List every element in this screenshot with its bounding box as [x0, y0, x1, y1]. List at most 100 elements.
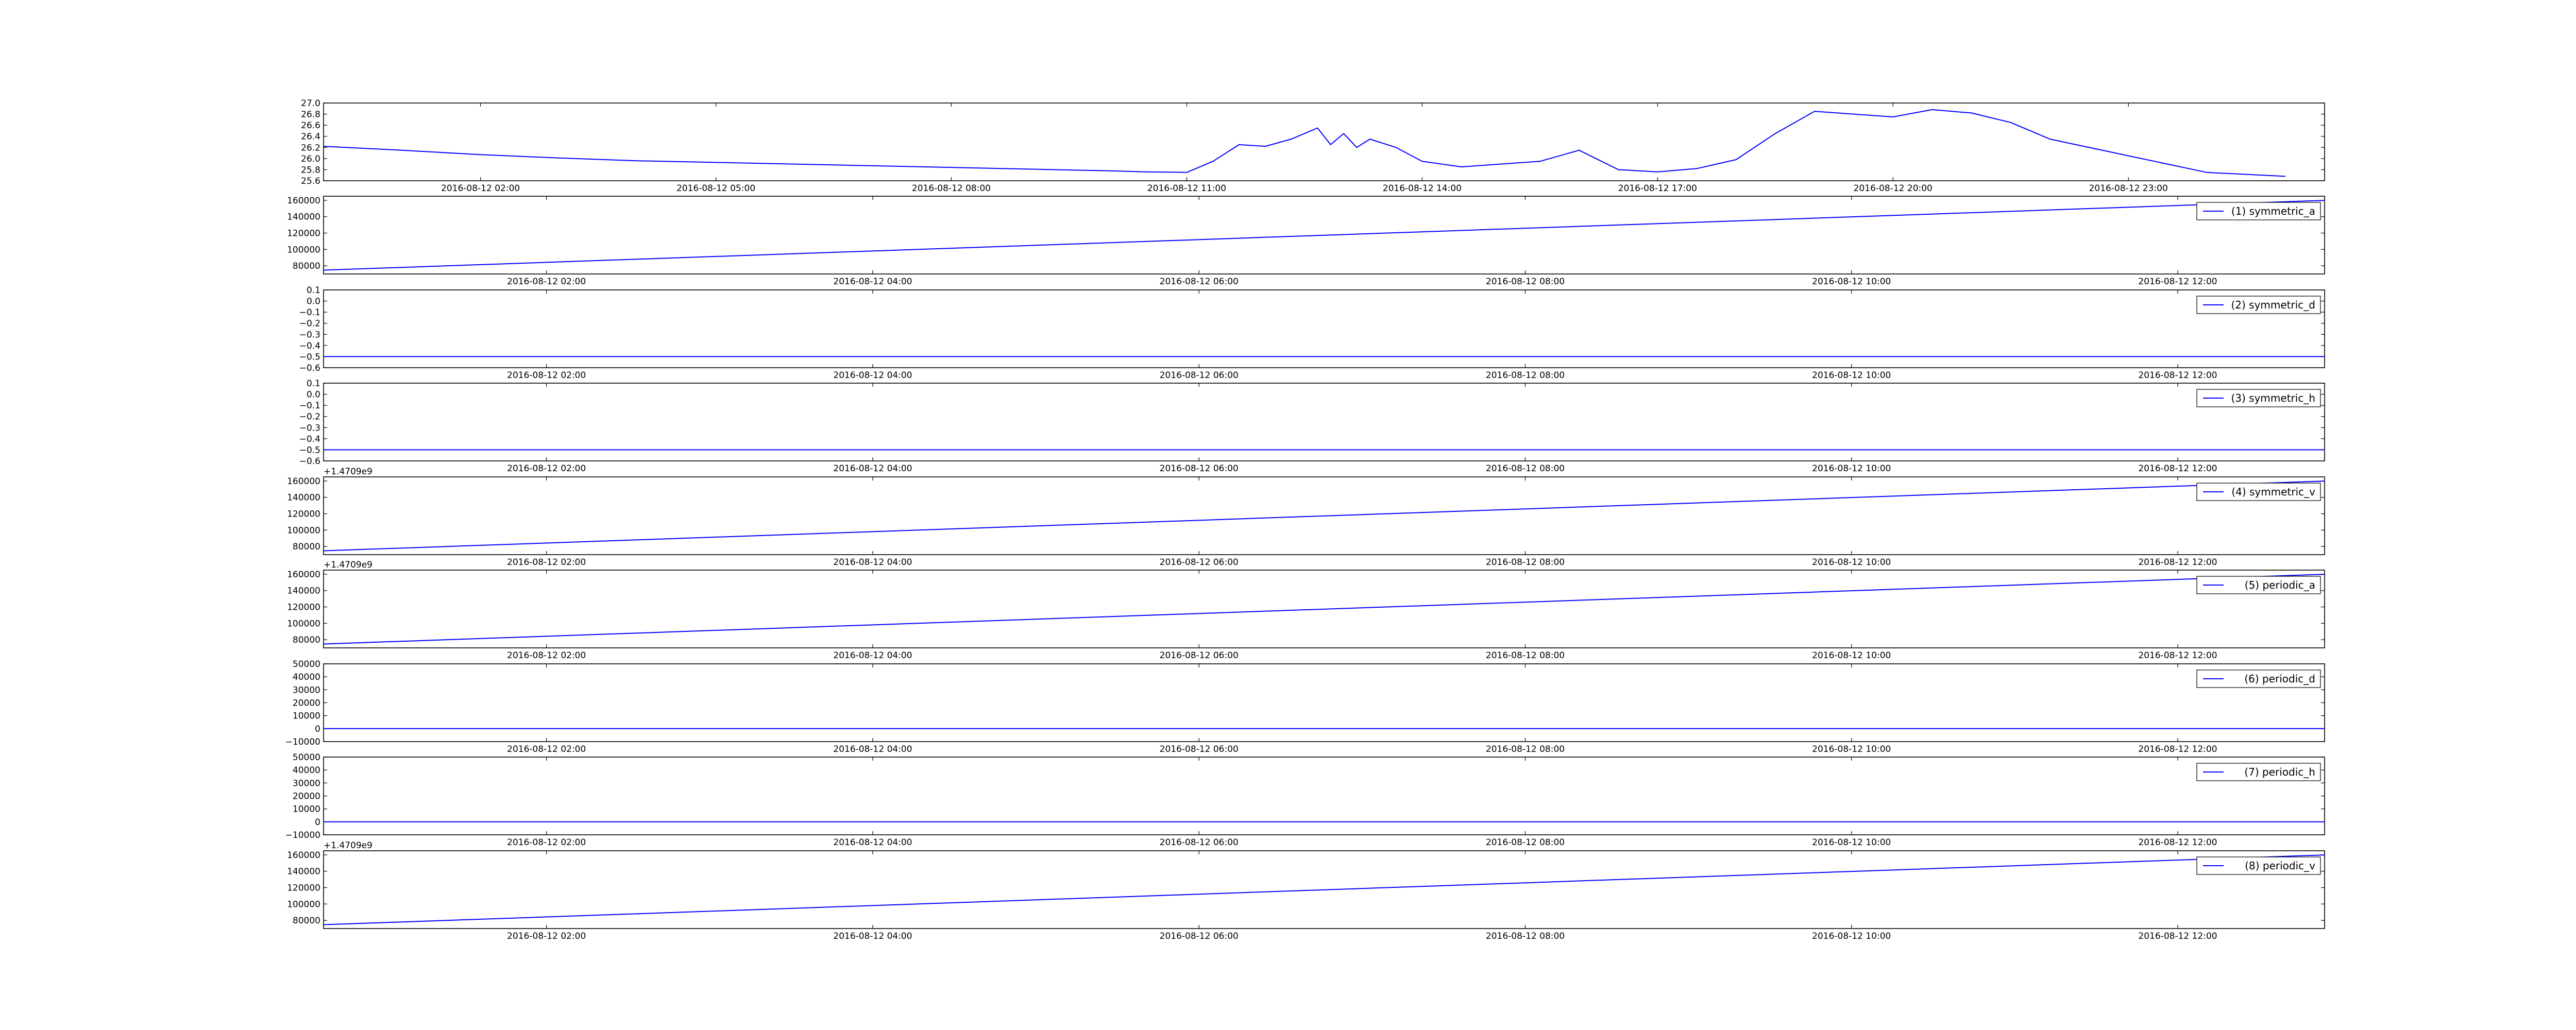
y-tick-label: 10000 [293, 804, 320, 815]
x-tick-label: 2016-08-12 10:00 [1812, 277, 1891, 287]
legend-label: (2) symmetric_d [2231, 299, 2315, 311]
x-tick-label: 2016-08-12 08:00 [1486, 837, 1565, 848]
y-tick-label: 26.2 [301, 143, 320, 153]
legend-label: (8) periodic_v [2245, 860, 2315, 872]
y-tick-label: 26.0 [301, 154, 320, 164]
x-tick-label: 2016-08-12 12:00 [2138, 557, 2217, 568]
y-tick-label: 25.8 [301, 165, 320, 175]
axis-offset-label: +1.4709e9 [324, 467, 372, 477]
legend: (1) symmetric_a [2196, 202, 2321, 220]
x-tick-label: 2016-08-12 10:00 [1812, 744, 1891, 754]
x-tick-label: 2016-08-12 08:00 [1486, 557, 1565, 568]
y-tick-label: 140000 [287, 212, 320, 222]
legend: (6) periodic_d [2196, 670, 2321, 688]
x-tick-label: 2016-08-12 02:00 [507, 370, 586, 381]
legend-label: (5) periodic_a [2245, 579, 2315, 591]
y-tick-label: 140000 [287, 867, 320, 877]
y-tick-label: 0.0 [307, 390, 320, 400]
x-tick-label: 2016-08-12 02:00 [507, 277, 586, 287]
x-tick-label: 2016-08-12 12:00 [2138, 931, 2217, 941]
plot-frame [323, 663, 2325, 742]
y-tick-label: 120000 [287, 603, 320, 613]
y-tick-label: 40000 [293, 672, 320, 682]
y-tick-label: −0.1 [299, 401, 320, 411]
x-tick-label: 2016-08-12 10:00 [1812, 557, 1891, 568]
x-tick-label: 2016-08-12 04:00 [833, 837, 912, 848]
subplot-periodic_d: −10000 0 10000 20000 30000 40000 50000 2016-08-… [285, 659, 2325, 754]
y-tick-label: 160000 [287, 196, 320, 206]
x-tick-label: 2016-08-12 06:00 [1160, 557, 1239, 568]
subplot-periodic_h: −10000 0 10000 20000 30000 40000 50000 2016-08-… [285, 752, 2325, 848]
subplot-symmetric_a: 80000 100000 120000 140000 160000 2016-08-12 … [287, 196, 2325, 287]
x-tick-label: 2016-08-12 11:00 [1147, 183, 1226, 194]
y-tick-label: 25.6 [301, 176, 320, 186]
legend-label: (1) symmetric_a [2231, 205, 2315, 217]
x-tick-label: 2016-08-12 08:00 [1486, 744, 1565, 754]
axis-offset-label: +1.4709e9 [324, 840, 372, 851]
subplot-symmetric_h: −0.6−0.5−0.4−0.3−0.2−0.10.00.1 2016-08-12… [299, 379, 2325, 474]
y-tick-label: 160000 [287, 476, 320, 487]
y-tick-label: 40000 [293, 765, 320, 776]
legend: (5) periodic_a [2196, 576, 2321, 594]
x-tick-label: 2016-08-12 02:00 [507, 931, 586, 941]
y-tick-label: 140000 [287, 493, 320, 503]
x-tick-label: 2016-08-12 10:00 [1812, 370, 1891, 381]
subplot-temperature: 25.625.826.026.226.426.626.827.0 2016-08-… [301, 98, 2325, 194]
legend: (3) symmetric_h [2196, 389, 2321, 407]
x-tick-label: 2016-08-12 08:00 [1486, 931, 1565, 941]
x-tick-label: 2016-08-12 12:00 [2138, 744, 2217, 754]
series-line-symmetric_a [323, 200, 2325, 271]
legend-label: (3) symmetric_h [2231, 392, 2315, 404]
y-tick-label: −0.3 [299, 423, 320, 433]
y-tick-label: 26.6 [301, 121, 320, 131]
x-tick-label: 2016-08-12 04:00 [833, 931, 912, 941]
y-tick-label: 80000 [293, 916, 320, 926]
legend-label: (4) symmetric_v [2231, 486, 2315, 498]
x-tick-label: 2016-08-12 06:00 [1160, 464, 1239, 474]
plot-frame [323, 383, 2325, 461]
x-tick-label: 2016-08-12 23:00 [2089, 183, 2168, 194]
y-tick-label: 0 [315, 817, 320, 828]
x-tick-label: 2016-08-12 08:00 [1486, 370, 1565, 381]
x-tick-label: 2016-08-12 08:00 [1486, 650, 1565, 661]
y-tick-label: 27.0 [301, 98, 320, 109]
y-tick-label: −10000 [285, 737, 320, 747]
x-tick-label: 2016-08-12 05:00 [676, 183, 755, 194]
y-tick-label: 0.0 [307, 297, 320, 307]
y-tick-label: 0 [315, 724, 320, 734]
x-tick-label: 2016-08-12 06:00 [1160, 837, 1239, 848]
series-line-symmetric_v [323, 480, 2325, 552]
legend-label: (7) periodic_h [2244, 766, 2315, 778]
x-tick-label: 2016-08-12 20:00 [1854, 183, 1933, 194]
x-tick-label: 2016-08-12 02:00 [507, 557, 586, 568]
y-tick-label: −0.6 [299, 456, 320, 467]
y-tick-label: −10000 [285, 830, 320, 840]
x-tick-label: 2016-08-12 12:00 [2138, 277, 2217, 287]
legend: (7) periodic_h [2196, 763, 2321, 781]
legend: (2) symmetric_d [2196, 296, 2321, 314]
y-tick-label: 50000 [293, 659, 320, 670]
x-tick-label: 2016-08-12 04:00 [833, 464, 912, 474]
y-tick-label: 0.1 [307, 285, 320, 296]
y-tick-label: −0.2 [299, 412, 320, 422]
y-tick-label: 80000 [293, 261, 320, 271]
y-tick-label: 80000 [293, 542, 320, 552]
x-tick-label: 2016-08-12 12:00 [2138, 464, 2217, 474]
subplot-periodic_v: 80000 100000 120000 140000 160000 2016-08-12 … [287, 840, 2325, 941]
x-tick-label: 2016-08-12 12:00 [2138, 837, 2217, 848]
y-tick-label: 26.8 [301, 110, 320, 120]
y-tick-label: 120000 [287, 229, 320, 239]
x-tick-label: 2016-08-12 06:00 [1160, 931, 1239, 941]
y-tick-label: 50000 [293, 752, 320, 763]
x-tick-label: 2016-08-12 06:00 [1160, 277, 1239, 287]
y-tick-label: −0.5 [299, 445, 320, 455]
plot-frame [323, 289, 2325, 368]
plot-frame [323, 102, 2325, 181]
x-tick-label: 2016-08-12 17:00 [1618, 183, 1697, 194]
x-tick-label: 2016-08-12 04:00 [833, 277, 912, 287]
y-tick-label: 10000 [293, 711, 320, 722]
axis-offset-label: +1.4709e9 [324, 560, 372, 570]
y-tick-label: −0.4 [299, 434, 320, 444]
y-tick-label: 160000 [287, 850, 320, 861]
y-tick-label: 30000 [293, 685, 320, 695]
